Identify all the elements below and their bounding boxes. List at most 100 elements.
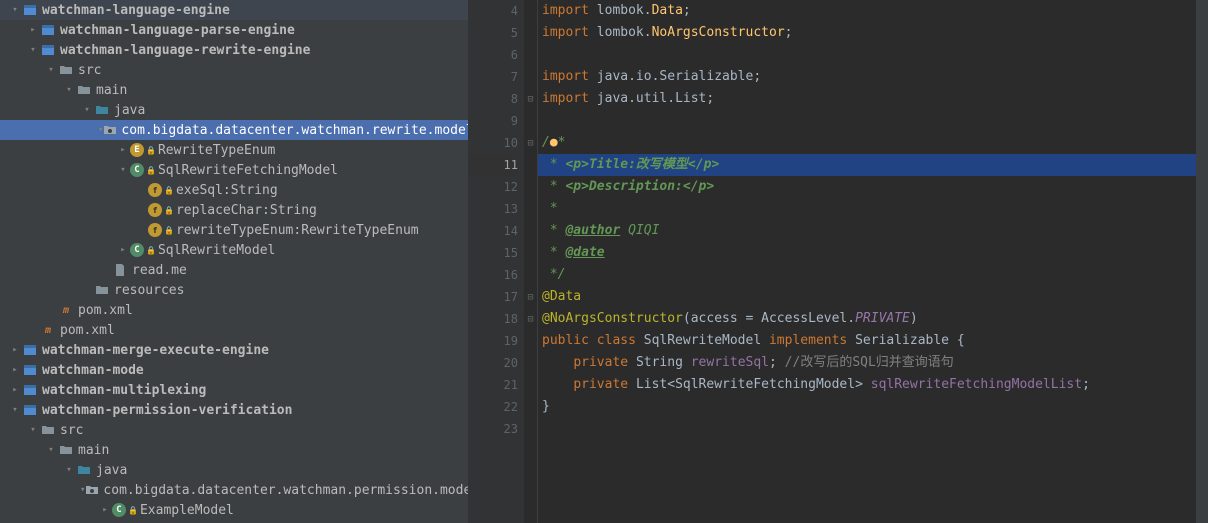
line-number: 20 — [468, 352, 518, 374]
tree-item[interactable]: ▾src — [0, 60, 468, 80]
code-line[interactable]: /●* — [538, 132, 1196, 154]
tree-item[interactable]: ▾main — [0, 440, 468, 460]
fold-marker[interactable]: ⊟ — [524, 132, 537, 154]
lock-icon: 🔒 — [146, 166, 156, 175]
line-number: 16 — [468, 264, 518, 286]
fold-marker[interactable] — [524, 198, 537, 220]
code-line[interactable]: public class SqlRewriteModel implements … — [538, 330, 1196, 352]
fold-marker[interactable] — [524, 110, 537, 132]
fold-marker[interactable] — [524, 0, 537, 22]
tree-item[interactable]: ▾C🔒SqlRewriteFetchingModel — [0, 160, 468, 180]
chevron-icon[interactable]: ▸ — [26, 25, 40, 35]
fold-marker[interactable] — [524, 264, 537, 286]
lock-icon: 🔒 — [146, 246, 156, 255]
code-line[interactable]: @Data — [538, 286, 1196, 308]
fold-marker[interactable] — [524, 242, 537, 264]
chevron-icon[interactable]: ▸ — [116, 245, 130, 255]
fold-marker[interactable] — [524, 396, 537, 418]
tree-item[interactable]: ▾ java — [0, 100, 468, 120]
code-line[interactable]: import lombok.NoArgsConstructor; — [538, 22, 1196, 44]
tree-item[interactable]: resources — [0, 280, 468, 300]
tree-item-label: java — [114, 103, 145, 118]
code-line[interactable]: * — [538, 198, 1196, 220]
tree-item[interactable]: f🔒exeSql:String — [0, 180, 468, 200]
tree-item[interactable]: mpom.xml — [0, 300, 468, 320]
chevron-icon[interactable]: ▸ — [98, 505, 112, 515]
fold-marker[interactable] — [524, 220, 537, 242]
code-line[interactable]: import lombok.Data; — [538, 0, 1196, 22]
chevron-icon[interactable]: ▾ — [8, 405, 22, 415]
module-icon — [22, 2, 38, 18]
chevron-icon[interactable]: ▸ — [8, 345, 22, 355]
fold-marker[interactable] — [524, 44, 537, 66]
code-line[interactable]: @NoArgsConstructor(access = AccessLevel.… — [538, 308, 1196, 330]
code-line[interactable]: */ — [538, 264, 1196, 286]
tree-item[interactable]: ▾src — [0, 420, 468, 440]
code-line[interactable] — [538, 418, 1196, 440]
tree-item[interactable]: ▸C🔒ExampleModel — [0, 500, 468, 520]
chevron-icon[interactable]: ▸ — [8, 365, 22, 375]
chevron-icon[interactable]: ▾ — [26, 45, 40, 55]
code-line[interactable]: } — [538, 396, 1196, 418]
tree-item[interactable]: f🔒rewriteTypeEnum:RewriteTypeEnum — [0, 220, 468, 240]
source-folder-icon — [76, 462, 92, 478]
code-line[interactable] — [538, 110, 1196, 132]
tree-item[interactable]: ▸watchman-multiplexing — [0, 380, 468, 400]
fold-marker[interactable] — [524, 154, 537, 176]
code-line[interactable]: private List<SqlRewriteFetchingModel> sq… — [538, 374, 1196, 396]
module-icon — [22, 362, 38, 378]
tree-item[interactable]: ▸E🔒RewriteTypeEnum — [0, 140, 468, 160]
tree-item-label: read.me — [132, 263, 187, 278]
tree-item[interactable]: ▾watchman-permission-verification — [0, 400, 468, 420]
chevron-icon[interactable]: ▾ — [62, 465, 76, 475]
fold-marker[interactable] — [524, 66, 537, 88]
fold-marker[interactable] — [524, 418, 537, 440]
chevron-icon[interactable]: ▾ — [44, 65, 58, 75]
code-content[interactable]: import lombok.Data;import lombok.NoArgsC… — [538, 0, 1196, 523]
code-line[interactable]: import java.io.Serializable; — [538, 66, 1196, 88]
chevron-icon[interactable]: ▾ — [116, 165, 130, 175]
tree-item[interactable]: ▾watchman-language-engine — [0, 0, 468, 20]
tree-item[interactable]: ▸watchman-merge-execute-engine — [0, 340, 468, 360]
tree-item[interactable]: read.me — [0, 260, 468, 280]
code-line[interactable]: import java.util.List; — [538, 88, 1196, 110]
fold-marker[interactable] — [524, 330, 537, 352]
scroll-stripe[interactable] — [1196, 0, 1208, 523]
fold-marker[interactable]: ⊟ — [524, 88, 537, 110]
chevron-icon[interactable]: ▸ — [116, 145, 130, 155]
tree-item[interactable]: ▾main — [0, 80, 468, 100]
chevron-icon[interactable]: ▾ — [62, 85, 76, 95]
tree-item[interactable]: ▸watchman-mode — [0, 360, 468, 380]
tree-item[interactable]: ▾java — [0, 460, 468, 480]
fold-marker[interactable] — [524, 352, 537, 374]
tree-item[interactable]: ▾watchman-language-rewrite-engine — [0, 40, 468, 60]
chevron-icon[interactable]: ▸ — [8, 385, 22, 395]
code-line[interactable]: * @date — [538, 242, 1196, 264]
tree-item[interactable]: ▾com.bigdata.datacenter.watchman.permiss… — [0, 480, 468, 500]
fold-marker[interactable]: ⊟ — [524, 308, 537, 330]
tree-item[interactable]: ▾com.bigdata.datacenter.watchman.rewrite… — [0, 120, 468, 140]
code-line[interactable]: private String rewriteSql; //改写后的SQL归并查询… — [538, 352, 1196, 374]
project-tree-panel[interactable]: ▾watchman-language-engine▸watchman-langu… — [0, 0, 468, 523]
tree-item[interactable]: ▸C🔒SqlRewriteModel — [0, 240, 468, 260]
fold-marker[interactable]: ⊟ — [524, 286, 537, 308]
line-number: 13 — [468, 198, 518, 220]
chevron-icon[interactable]: ▾ — [44, 445, 58, 455]
code-line[interactable] — [538, 44, 1196, 66]
code-line[interactable]: * @author QIQI — [538, 220, 1196, 242]
tree-item[interactable]: ▸watchman-language-parse-engine — [0, 20, 468, 40]
module-icon — [22, 382, 38, 398]
tree-item-label: exeSql:String — [176, 183, 278, 198]
code-line[interactable]: * <p>Title:改写模型</p> — [538, 154, 1196, 176]
fold-marker[interactable] — [524, 176, 537, 198]
chevron-icon[interactable]: ▾ — [8, 5, 22, 15]
chevron-icon[interactable]: ▾ — [26, 425, 40, 435]
chevron-icon[interactable]: ▾ — [80, 105, 94, 115]
code-line[interactable]: * <p>Description:</p> — [538, 176, 1196, 198]
tree-item[interactable]: mpom.xml — [0, 320, 468, 340]
code-editor[interactable]: 4567891011121314151617181920212223 ⊟⊟⊟⊟ … — [468, 0, 1208, 523]
fold-marker[interactable] — [524, 22, 537, 44]
fold-gutter[interactable]: ⊟⊟⊟⊟ — [524, 0, 538, 523]
fold-marker[interactable] — [524, 374, 537, 396]
tree-item[interactable]: f🔒replaceChar:String — [0, 200, 468, 220]
